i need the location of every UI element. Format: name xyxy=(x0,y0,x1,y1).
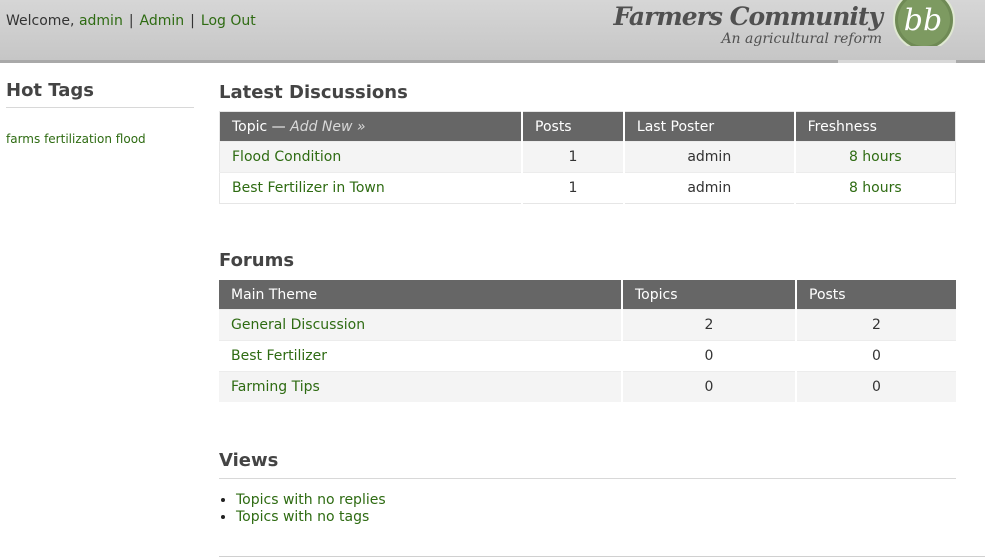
freshness-link[interactable]: 8 hours xyxy=(849,149,902,165)
forums-heading: Forums xyxy=(219,250,295,271)
col-freshness: Freshness xyxy=(794,111,956,142)
topics-count: 0 xyxy=(622,371,797,402)
add-new-topic-link[interactable]: Add New » xyxy=(290,119,365,135)
table-row: Best Fertilizer 0 0 xyxy=(219,340,956,372)
table-row: General Discussion 2 2 xyxy=(219,309,956,341)
tag-farms[interactable]: farms xyxy=(6,132,40,146)
col-posts: Posts xyxy=(796,280,956,310)
site-subtitle: An agricultural reform xyxy=(721,31,882,47)
view-no-replies-link[interactable]: Topics with no replies xyxy=(236,492,386,508)
table-header-row: Main Theme Topics Posts xyxy=(219,280,956,310)
col-main-theme: Main Theme xyxy=(219,280,623,310)
topics-count: 2 xyxy=(622,309,797,341)
table-row: Flood Condition 1 admin 8 hours xyxy=(219,141,956,173)
tag-fertilization[interactable]: fertilization xyxy=(44,132,112,146)
forum-link[interactable]: General Discussion xyxy=(231,317,365,333)
bbpress-logo-icon[interactable]: bb xyxy=(892,0,956,46)
col-topic: Topic — Add New » xyxy=(219,111,524,142)
views-heading: Views xyxy=(219,450,279,471)
profile-link[interactable]: admin xyxy=(79,13,123,29)
tag-flood[interactable]: flood xyxy=(116,132,146,146)
view-no-tags-link[interactable]: Topics with no tags xyxy=(236,509,369,525)
separator: | xyxy=(128,13,134,29)
admin-link[interactable]: Admin xyxy=(140,13,185,29)
col-posts: Posts xyxy=(522,111,625,142)
divider xyxy=(219,478,956,479)
posts-count: 2 xyxy=(796,309,956,341)
table-row: Farming Tips 0 0 xyxy=(219,371,956,402)
list-item: Topics with no replies xyxy=(236,492,386,509)
site-header: Welcome, admin | Admin | Log Out Farmers Com… xyxy=(0,0,985,63)
topics-count: 0 xyxy=(622,340,797,372)
table-header-row: Topic — Add New » Posts Last Poster Fres… xyxy=(219,111,956,142)
posts-count: 0 xyxy=(796,340,956,372)
separator: | xyxy=(190,13,195,29)
hot-tags-heading: Hot Tags xyxy=(6,80,194,108)
sidebar: Hot Tags farms fertilization flood xyxy=(6,80,194,146)
freshness-link[interactable]: 8 hours xyxy=(849,180,902,196)
views-list: Topics with no replies Topics with no ta… xyxy=(219,492,386,526)
latest-discussions-table: Topic — Add New » Posts Last Poster Fres… xyxy=(219,111,956,204)
col-topic-label: Topic — xyxy=(232,118,286,135)
col-topics: Topics xyxy=(622,280,797,310)
user-bar: Welcome, admin | Admin | Log Out xyxy=(6,13,256,29)
logout-link[interactable]: Log Out xyxy=(201,13,256,29)
site-brand[interactable]: Farmers Community An agricultural reform xyxy=(614,2,883,47)
forum-link[interactable]: Best Fertilizer xyxy=(231,348,327,364)
logo-lettering: bb xyxy=(904,3,942,38)
posts-count: 1 xyxy=(522,141,625,173)
topic-link[interactable]: Flood Condition xyxy=(232,149,341,165)
forums-table: Main Theme Topics Posts General Discussi… xyxy=(219,280,956,402)
posts-count: 0 xyxy=(796,371,956,402)
topic-link[interactable]: Best Fertilizer in Town xyxy=(232,180,385,196)
posts-count: 1 xyxy=(522,172,625,204)
header-tab-decoration xyxy=(838,60,956,63)
last-poster: admin xyxy=(623,172,796,204)
welcome-text: Welcome, xyxy=(6,13,75,29)
col-last-poster: Last Poster xyxy=(623,111,796,142)
forum-link[interactable]: Farming Tips xyxy=(231,379,320,395)
last-poster: admin xyxy=(623,141,796,173)
list-item: Topics with no tags xyxy=(236,509,386,526)
latest-discussions-heading: Latest Discussions xyxy=(219,82,408,103)
footer-divider xyxy=(219,556,985,557)
site-title[interactable]: Farmers Community xyxy=(614,2,883,32)
tag-cloud: farms fertilization flood xyxy=(6,132,194,146)
table-row: Best Fertilizer in Town 1 admin 8 hours xyxy=(219,172,956,204)
